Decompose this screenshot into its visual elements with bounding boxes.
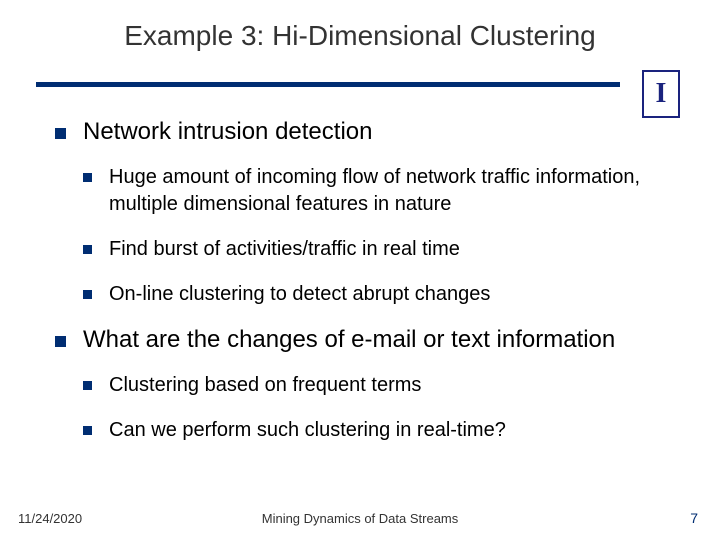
footer-date: 11/24/2020 — [18, 511, 82, 526]
footer-center-title: Mining Dynamics of Data Streams — [262, 511, 459, 526]
bullet-list: Network intrusion detection Huge amount … — [55, 118, 680, 444]
bullet-text: What are the changes of e-mail or text i… — [83, 326, 615, 353]
footer-page-number: 7 — [690, 510, 698, 526]
bullet-item: What are the changes of e-mail or text i… — [55, 326, 680, 444]
sub-bullet-item: Can we perform such clustering in real-t… — [83, 417, 680, 444]
sub-bullet-item: Clustering based on frequent terms — [83, 372, 680, 399]
sub-bullet-item: Huge amount of incoming flow of network … — [83, 164, 680, 218]
slide: Example 3: Hi-Dimensional Clustering I N… — [0, 0, 720, 540]
content-area: Network intrusion detection Huge amount … — [0, 88, 720, 444]
title-rule-wrap — [0, 82, 720, 88]
sub-bullet-list: Huge amount of incoming flow of network … — [83, 164, 680, 308]
footer: 11/24/2020 Mining Dynamics of Data Strea… — [0, 506, 720, 526]
illinois-logo-letter: I — [656, 78, 667, 110]
title-area: Example 3: Hi-Dimensional Clustering — [0, 0, 720, 88]
sub-bullet-item: Find burst of activities/traffic in real… — [83, 236, 680, 263]
slide-title: Example 3: Hi-Dimensional Clustering — [0, 20, 720, 52]
bullet-item: Network intrusion detection Huge amount … — [55, 118, 680, 308]
title-rule — [36, 82, 620, 87]
sub-bullet-item: On-line clustering to detect abrupt chan… — [83, 281, 680, 308]
bullet-text: Network intrusion detection — [83, 118, 372, 145]
illinois-logo: I — [642, 70, 680, 118]
sub-bullet-list: Clustering based on frequent terms Can w… — [83, 372, 680, 444]
